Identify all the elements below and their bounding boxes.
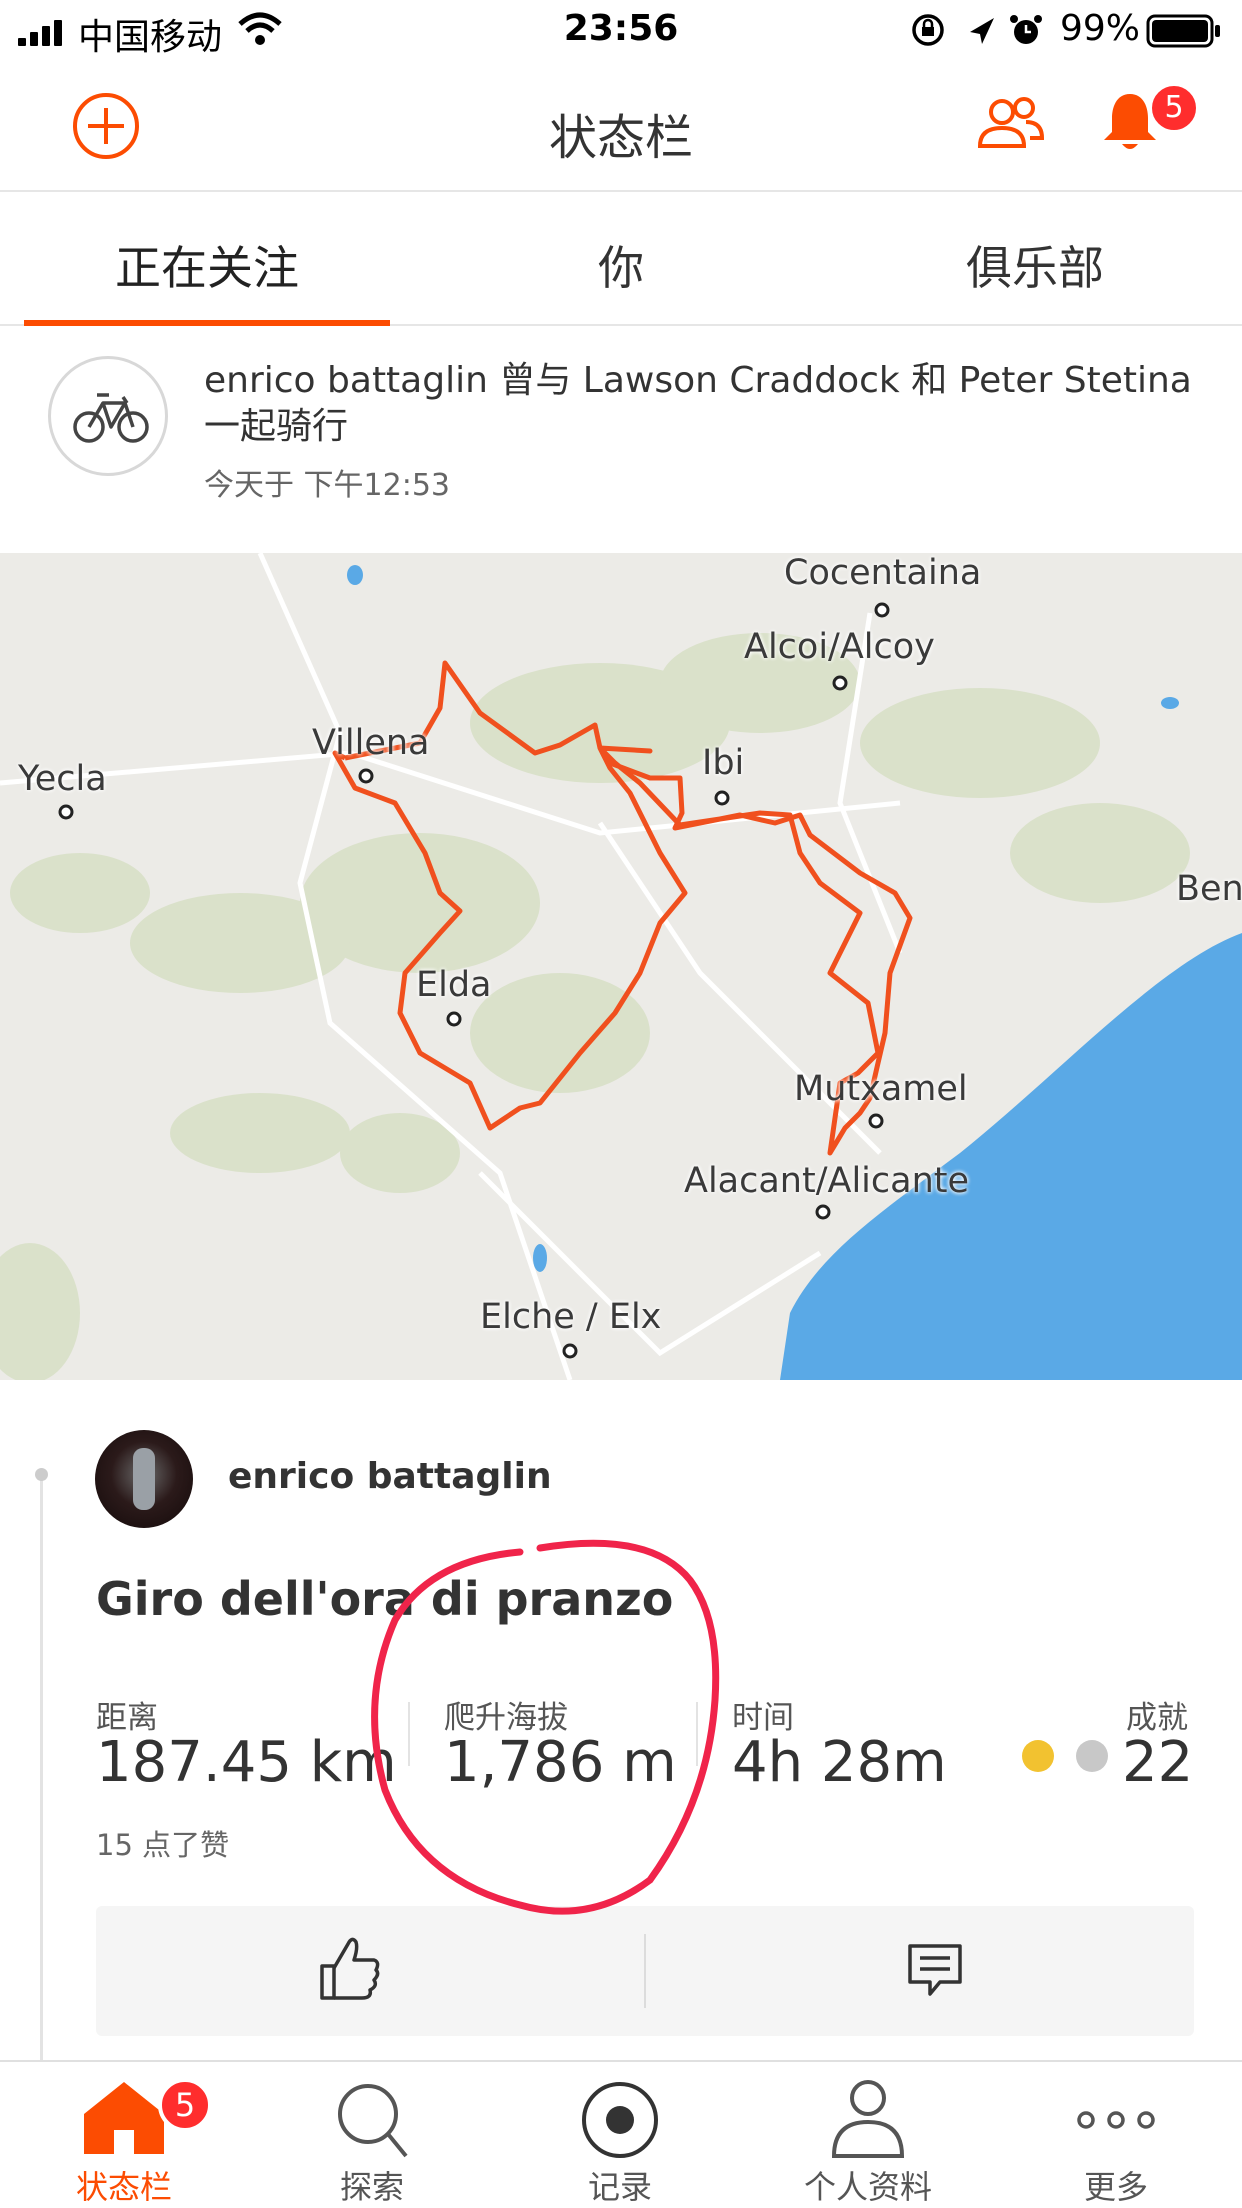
active-tab-indicator	[24, 320, 390, 326]
stat-divider	[696, 1702, 698, 1766]
stat-achievements-value: 22	[1122, 1730, 1194, 1795]
tab-you[interactable]: 你	[426, 232, 816, 298]
nav-profile[interactable]: 个人资料	[744, 2062, 992, 2208]
nav-label: 探索	[339, 2168, 404, 2206]
app-header: 状态栏 5	[0, 62, 1242, 192]
more-dots-icon	[1077, 2111, 1155, 2129]
athlete-name[interactable]: enrico battaglin	[228, 1456, 552, 1497]
nav-badge: 5	[158, 2078, 212, 2132]
search-icon	[338, 2084, 408, 2158]
nav-record[interactable]: 记录	[496, 2062, 744, 2208]
athlete-avatar[interactable]	[95, 1430, 193, 1528]
gold-medal-icon	[1022, 1740, 1054, 1772]
nav-label: 记录	[587, 2168, 652, 2206]
clock: 23:56	[563, 8, 679, 49]
stat-time-value: 4h 28m	[732, 1730, 947, 1795]
place-label: Ben	[1176, 869, 1242, 909]
feed-tabs: 正在关注 你 俱乐部	[0, 194, 1242, 326]
activity-card: enrico battaglin Giro dell'ora di pranzo…	[0, 1380, 1242, 2072]
route-map[interactable]: Cocentaina Alcoi/Alcoy Villena Yecla Ibi…	[0, 553, 1242, 1380]
silver-medal-icon	[1076, 1740, 1108, 1772]
group-activity-time: 今天于 下午12:53	[204, 468, 450, 503]
tab-clubs[interactable]: 俱乐部	[840, 232, 1230, 298]
battery-icon	[1146, 14, 1220, 48]
nav-label: 更多	[1083, 2168, 1148, 2206]
timeline-dot	[35, 1468, 48, 1481]
group-activity-text: enrico battaglin 曾与 Lawson Craddock 和 Pe…	[204, 360, 1192, 447]
place-label: Villena	[312, 723, 430, 763]
home-icon	[84, 2082, 164, 2154]
nav-label: 个人资料	[803, 2168, 932, 2206]
location-icon	[970, 18, 994, 44]
system-icons	[912, 14, 1042, 46]
notification-badge: 5	[1148, 82, 1200, 134]
place-label: Elche / Elx	[480, 1297, 662, 1337]
nav-explore[interactable]: 探索	[248, 2062, 496, 2208]
group-activity-header[interactable]: enrico battaglin 曾与 Lawson Craddock 和 Pe…	[0, 328, 1242, 553]
friends-icon[interactable]	[976, 94, 1046, 154]
activity-actions	[96, 1906, 1194, 2036]
bicycle-icon	[73, 393, 149, 443]
rotation-lock-icon	[912, 14, 944, 46]
alarm-icon	[1010, 15, 1042, 44]
place-label: Alcoi/Alcoy	[744, 627, 935, 667]
timeline-line	[40, 1472, 43, 2072]
bottom-navigation: 5 状态栏 探索 记录 个人资料 更多	[0, 2060, 1242, 2208]
activity-title[interactable]: Giro dell'ora di pranzo	[96, 1572, 673, 1626]
map-canvas	[0, 553, 1242, 1380]
action-divider	[644, 1934, 646, 2008]
page-title: 状态栏	[548, 110, 693, 166]
nav-label: 状态栏	[75, 2168, 172, 2206]
profile-icon	[831, 2080, 905, 2158]
place-label: Mutxamel	[794, 1069, 968, 1109]
place-label: Yecla	[18, 759, 107, 799]
nav-more[interactable]: 更多	[992, 2062, 1240, 2208]
sea	[780, 933, 1242, 1380]
place-label: Cocentaina	[784, 553, 982, 593]
stat-divider	[408, 1702, 410, 1766]
place-label: Elda	[416, 965, 492, 1005]
battery-percent: 99%	[1060, 8, 1141, 49]
status-bar: 中国移动 23:56 99%	[0, 0, 1242, 62]
kudos-count[interactable]: 15 点了赞	[96, 1822, 229, 1864]
tab-following[interactable]: 正在关注	[12, 232, 402, 298]
nav-dashboard[interactable]: 5 状态栏	[0, 2062, 248, 2208]
stat-distance-value: 187.45 km	[96, 1730, 397, 1795]
thumbs-up-icon[interactable]	[316, 1932, 382, 2004]
place-label: Ibi	[702, 743, 745, 783]
group-ride-badge	[48, 356, 168, 476]
stat-elevation-value: 1,786 m	[444, 1730, 677, 1795]
place-label: Alacant/Alicante	[684, 1161, 970, 1201]
record-icon	[582, 2082, 658, 2158]
comment-icon[interactable]	[906, 1942, 964, 1998]
